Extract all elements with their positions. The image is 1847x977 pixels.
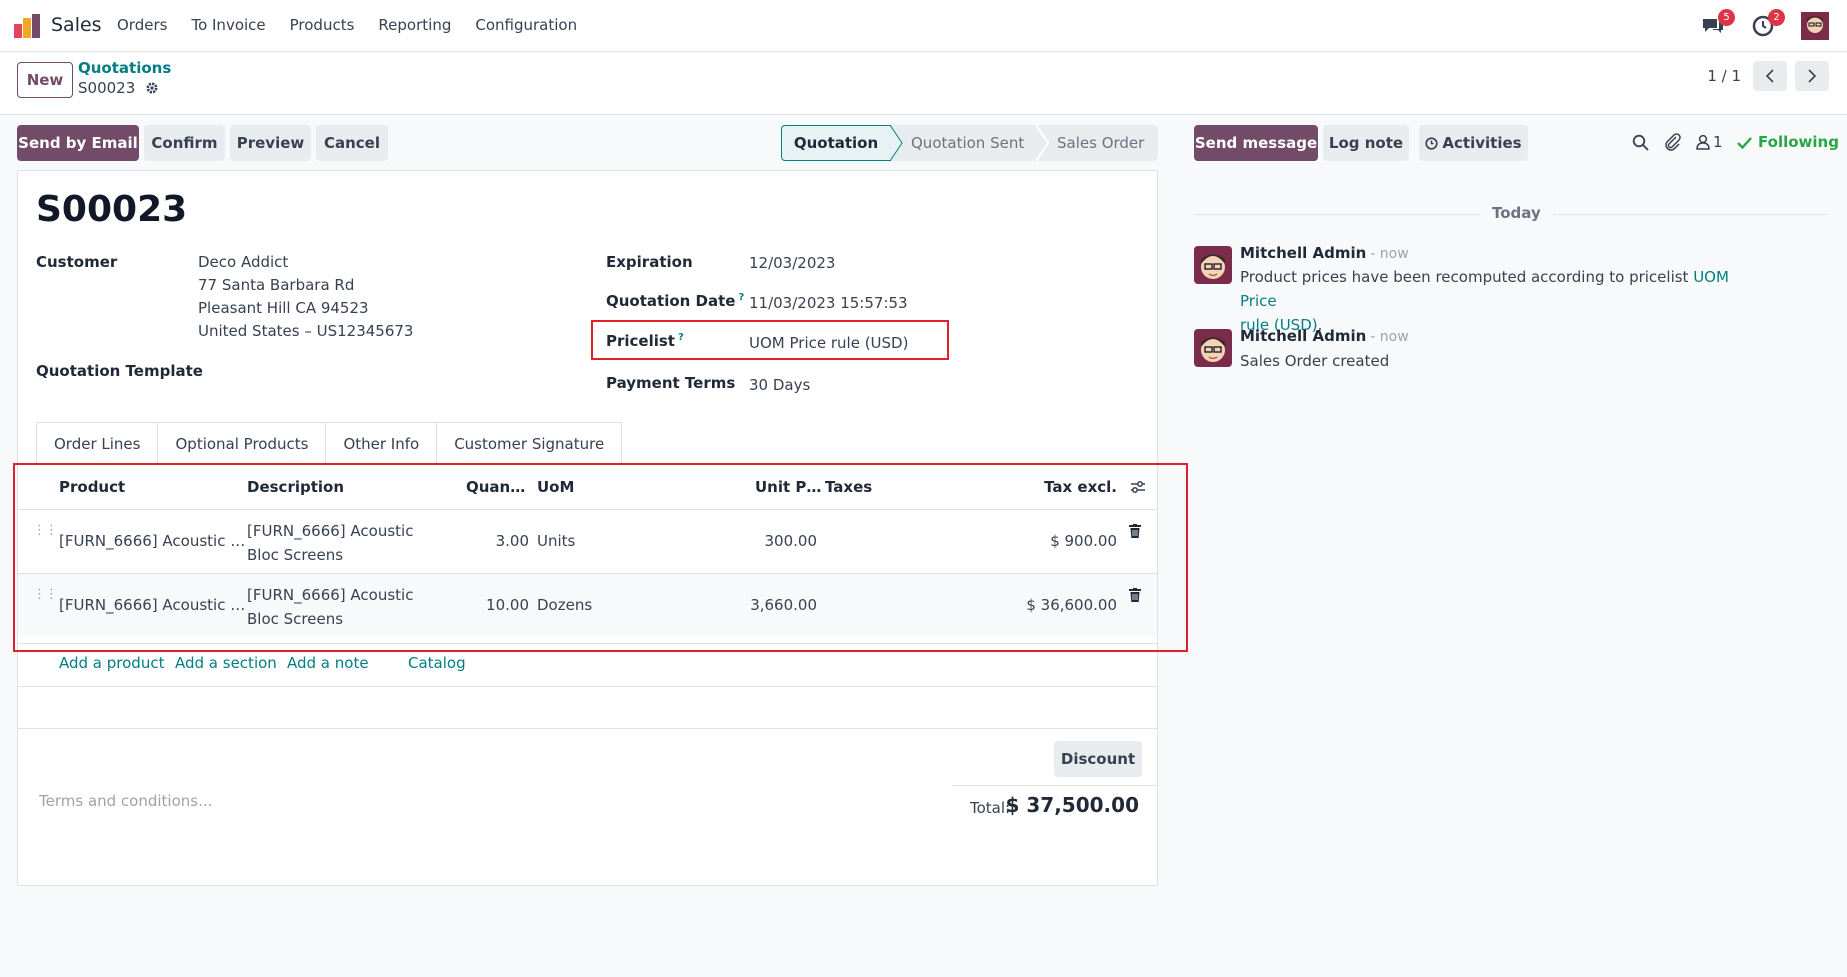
help-mark[interactable]: ? <box>738 292 744 303</box>
add-note-link[interactable]: Add a note <box>287 654 369 672</box>
total-divider <box>952 785 1157 786</box>
chevron-left-icon <box>1765 69 1774 83</box>
pager-value[interactable]: 1 / 1 <box>1707 67 1741 85</box>
following-label: Following <box>1758 133 1839 151</box>
author-face-icon <box>1194 246 1232 284</box>
message-time: - now <box>1370 246 1409 262</box>
add-section-link[interactable]: Add a section <box>175 654 277 672</box>
stage-arrow-icon <box>890 125 903 161</box>
expiration-label: Expiration <box>606 253 693 271</box>
payment-terms-field[interactable]: 30 Days <box>749 374 810 397</box>
cancel-button[interactable]: Cancel <box>316 125 388 161</box>
messaging-menu[interactable]: 5 <box>1701 9 1735 38</box>
message-body-text: Product prices have been recomputed acco… <box>1240 268 1694 286</box>
menu-products[interactable]: Products <box>290 16 355 34</box>
menu-orders[interactable]: Orders <box>117 16 167 34</box>
breadcrumb-quotations[interactable]: Quotations <box>78 59 171 77</box>
record-title: S00023 <box>36 189 188 230</box>
total-value: $ 37,500.00 <box>1005 793 1140 817</box>
activities-badge: 2 <box>1768 9 1785 26</box>
pager: 1 / 1 <box>1707 61 1829 91</box>
user-avatar[interactable] <box>1801 12 1829 40</box>
customer-field[interactable]: Deco Addict 77 Santa Barbara Rd Pleasant… <box>198 251 413 343</box>
tab-other-info[interactable]: Other Info <box>325 422 438 464</box>
chevron-right-icon <box>1808 69 1817 83</box>
author-face-icon <box>1194 329 1232 367</box>
notebook-tabs: Order Lines Optional Products Other Info… <box>36 422 623 464</box>
clock-icon <box>1425 136 1439 150</box>
gear-icon[interactable] <box>145 81 159 95</box>
message-author-name: Mitchell Admin <box>1240 327 1367 345</box>
status-bar: Quotation Quotation Sent Sales Order <box>781 125 1158 161</box>
catalog-link[interactable]: Catalog <box>408 654 466 672</box>
date-separator: Today <box>1480 204 1553 222</box>
tab-order-lines[interactable]: Order Lines <box>36 422 159 464</box>
check-icon <box>1737 136 1752 149</box>
customer-label: Customer <box>36 253 118 271</box>
payment-terms-label: Payment Terms <box>606 374 736 392</box>
new-button[interactable]: New <box>17 62 73 98</box>
customer-address-line1: 77 Santa Barbara Rd <box>198 276 355 294</box>
total-label: Total: <box>970 799 1011 817</box>
quotation-date-label-text: Quotation Date <box>606 292 736 310</box>
breadcrumb-current-label: S00023 <box>78 79 136 97</box>
breadcrumb-current: S00023 <box>78 79 159 97</box>
message-body: Sales Order created <box>1240 352 1390 370</box>
tab-customer-signature[interactable]: Customer Signature <box>436 422 623 464</box>
user-icon <box>1696 134 1710 150</box>
send-message-button[interactable]: Send message <box>1194 125 1318 161</box>
messages-badge: 5 <box>1718 9 1735 26</box>
customer-address-line2: Pleasant Hill CA 94523 <box>198 299 369 317</box>
table-footer-row <box>18 687 1157 729</box>
stage-quotation-sent[interactable]: Quotation Sent <box>911 125 1024 161</box>
order-lines-highlight <box>13 463 1188 652</box>
top-navbar: Sales Orders To Invoice Products Reporti… <box>0 0 1847 52</box>
top-menu: Orders To Invoice Products Reporting Con… <box>117 16 601 34</box>
following-button[interactable]: Following <box>1737 133 1839 151</box>
quotation-template-label: Quotation Template <box>36 362 203 380</box>
pricelist-highlight <box>591 320 949 360</box>
activity-menu[interactable]: 2 <box>1751 9 1785 38</box>
menu-to-invoice[interactable]: To Invoice <box>191 16 265 34</box>
log-note-button[interactable]: Log note <box>1323 125 1409 161</box>
search-icon[interactable] <box>1632 134 1649 151</box>
stage-quotation[interactable]: Quotation <box>781 125 891 161</box>
followers-count: 1 <box>1713 133 1723 151</box>
stage-sales-order[interactable]: Sales Order <box>1057 125 1144 161</box>
terms-and-conditions-field[interactable]: Terms and conditions... <box>39 792 212 810</box>
pager-next-button[interactable] <box>1795 61 1829 91</box>
confirm-button[interactable]: Confirm <box>144 125 225 161</box>
expiration-field[interactable]: 12/03/2023 <box>749 252 835 275</box>
send-by-email-button[interactable]: Send by Email <box>17 125 139 161</box>
customer-name: Deco Addict <box>198 253 289 271</box>
pager-previous-button[interactable] <box>1753 61 1787 91</box>
app-name[interactable]: Sales <box>51 14 102 36</box>
message-author[interactable]: Mitchell Admin - now <box>1240 327 1409 345</box>
user-face-icon <box>1801 12 1829 40</box>
stage-divider-icon <box>1036 125 1050 161</box>
add-product-link[interactable]: Add a product <box>59 654 164 672</box>
discount-button[interactable]: Discount <box>1054 741 1142 777</box>
menu-reporting[interactable]: Reporting <box>378 16 451 34</box>
author-avatar[interactable] <box>1194 329 1232 367</box>
message-time: - now <box>1370 329 1409 345</box>
followers-button[interactable]: 1 <box>1696 133 1723 151</box>
quotation-date-field[interactable]: 11/03/2023 15:57:53 <box>749 292 908 315</box>
paperclip-icon[interactable] <box>1664 133 1682 151</box>
control-panel: New Quotations S00023 1 / 1 <box>0 53 1847 115</box>
activities-button-label: Activities <box>1442 134 1522 152</box>
systray: 5 2 <box>1701 9 1829 40</box>
activities-button[interactable]: Activities <box>1419 125 1528 161</box>
author-avatar[interactable] <box>1194 246 1232 284</box>
preview-button[interactable]: Preview <box>230 125 311 161</box>
message-author[interactable]: Mitchell Admin - now <box>1240 244 1409 262</box>
quotation-date-label: Quotation Date? <box>606 292 744 310</box>
sales-app-icon[interactable] <box>14 14 42 38</box>
menu-configuration[interactable]: Configuration <box>475 16 577 34</box>
message-author-name: Mitchell Admin <box>1240 244 1367 262</box>
customer-address-line3: United States – US12345673 <box>198 322 414 340</box>
tab-optional-products[interactable]: Optional Products <box>157 422 327 464</box>
